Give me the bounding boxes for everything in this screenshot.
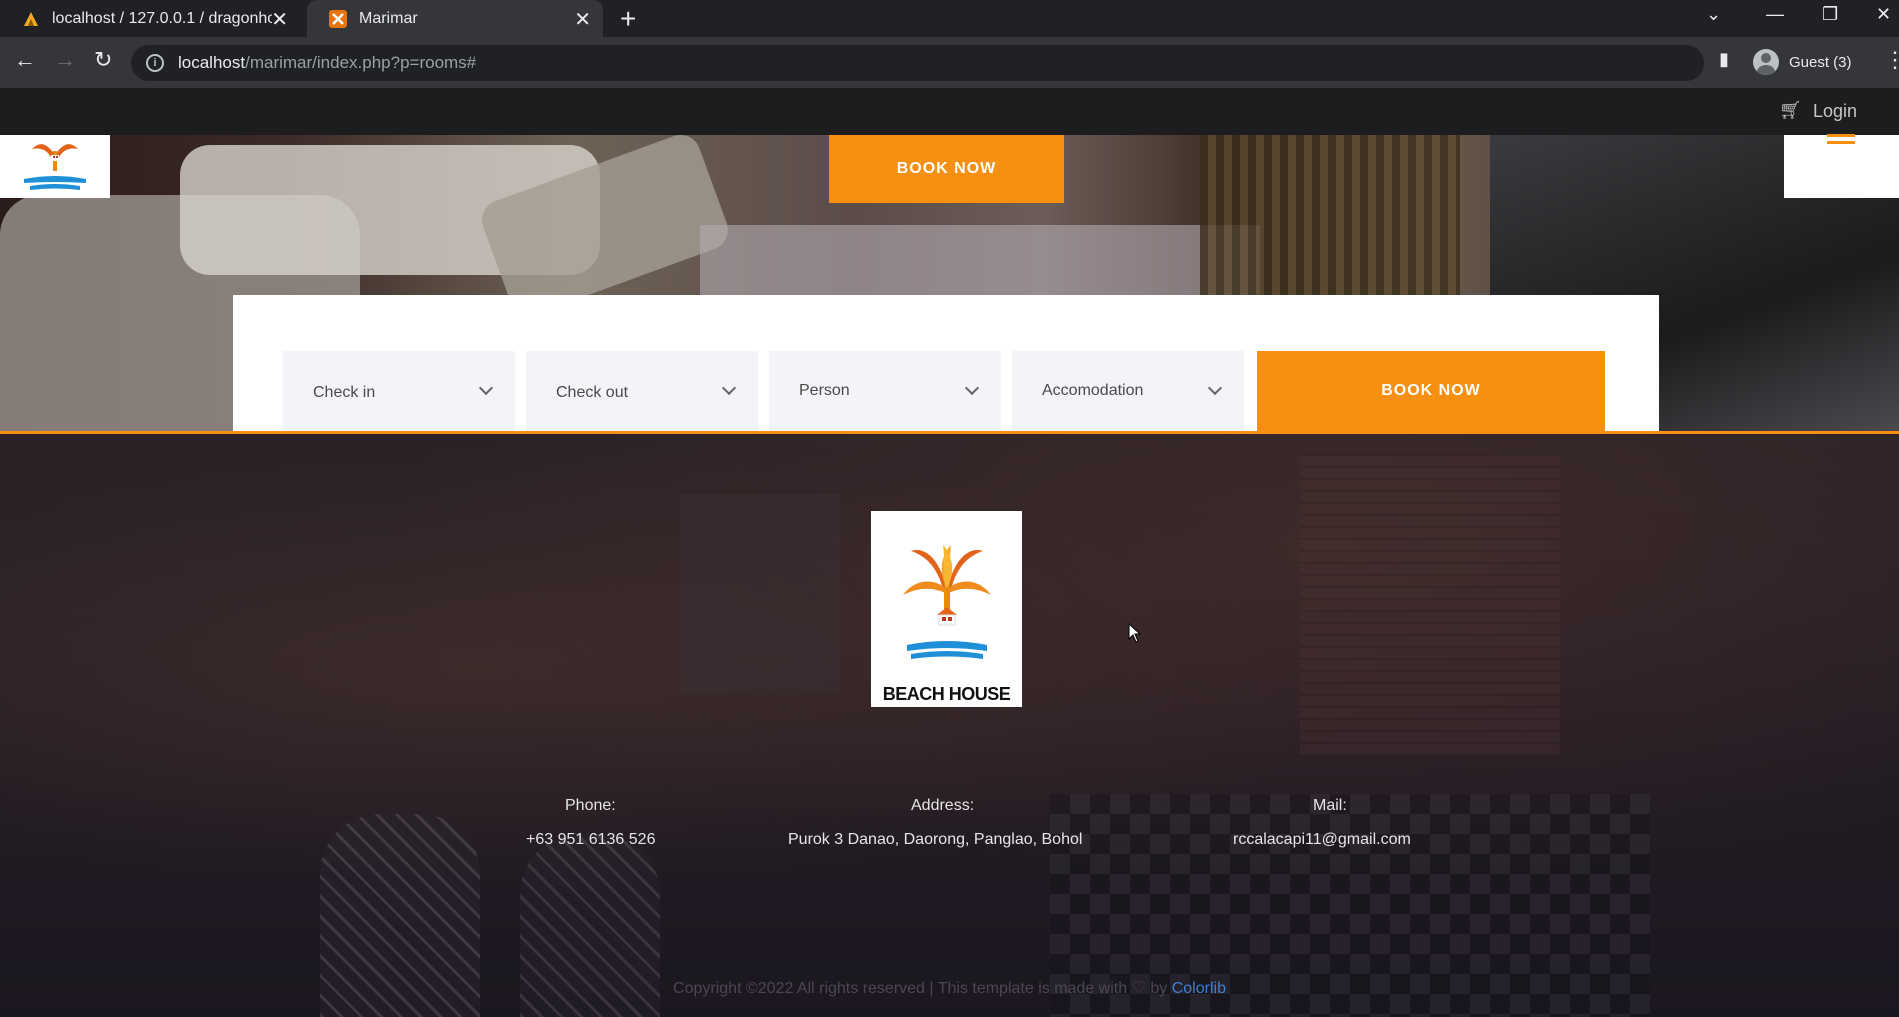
brand-name: BEACH HOUSE [882,684,1011,704]
browser-tab-phpmyadmin[interactable]: localhost / 127.0.0.1 / dragonhouse ✕ [0,0,300,37]
footer-background-detail [1300,454,1560,754]
phone-value: +63 951 6136 526 [526,831,656,848]
profile-label: Guest (3) [1789,53,1852,71]
book-now-button[interactable]: BOOK NOW [1257,351,1605,431]
address-label: Address: [911,797,975,814]
url-host: localhost [178,53,246,72]
address-bar[interactable]: i localhost/marimar/index.php?p=rooms# [131,45,1704,81]
hero-curtain [1200,135,1460,295]
browser-tab-bar: localhost / 127.0.0.1 / dragonhouse ✕ Ma… [0,0,1899,37]
restore-icon[interactable]: ❐ [1822,4,1838,25]
phone-label: Phone: [565,797,616,814]
person-select[interactable]: Person [769,351,1001,431]
copyright-text: Copyright ©2022 All rights reserved | Th… [673,980,1128,997]
browser-toolbar: ← → ↻ i localhost/marimar/index.php?p=ro… [0,37,1899,88]
accommodation-label: Accomodation [1042,382,1144,399]
mail-value[interactable]: rccalacapi11@gmail.com [1233,831,1411,849]
close-tab-icon[interactable]: ✕ [574,7,591,32]
window-close-icon[interactable]: ✕ [1876,4,1891,25]
chevron-down-icon [964,380,980,396]
booking-form: Check in Check out Person Accomodation B… [233,295,1659,431]
minimize-icon[interactable]: — [1766,4,1784,25]
mail-label: Mail: [1313,797,1347,814]
mouse-cursor-icon [1128,623,1142,643]
phpmyadmin-favicon-icon [22,10,40,28]
copyright: Copyright ©2022 All rights reserved | Th… [0,978,1899,998]
footer-logo[interactable]: BEACH HOUSE [871,511,1022,707]
hero-book-now-button[interactable]: BOOK NOW [829,135,1064,203]
chevron-down-icon [478,380,494,396]
login-link[interactable]: Login [1813,101,1857,122]
tab-search-icon[interactable]: ⌄ [1706,4,1721,25]
accommodation-select[interactable]: Accomodation [1012,351,1244,431]
heart-icon: ♡ [1131,980,1146,997]
new-tab-icon[interactable]: + [620,3,636,35]
close-tab-icon[interactable]: ✕ [271,7,288,32]
side-panel-icon[interactable]: ▮ [1719,49,1729,70]
check-in-label: Check in [313,384,376,401]
footer-background-detail [680,494,840,694]
address-value: Purok 3 Danao, Daorong, Panglao, Bohol [788,831,1083,848]
check-out-select[interactable]: Check out [526,351,758,431]
forward-icon[interactable]: → [54,47,76,73]
site-top-bar: 🛒︎ Login [0,88,1899,135]
check-out-label: Check out [556,384,629,401]
profile-button[interactable]: Guest (3) [1753,49,1852,75]
site-logo[interactable] [0,135,110,198]
hamburger-menu-icon[interactable] [1827,134,1855,148]
back-icon[interactable]: ← [14,47,36,73]
chevron-down-icon [1207,380,1223,396]
tab-title: Marimar [359,9,418,27]
check-in-select[interactable]: Check in [283,351,515,431]
reload-icon[interactable]: ↻ [94,47,112,73]
browser-menu-icon[interactable]: ⋮ [1884,47,1899,73]
site-info-icon[interactable]: i [146,54,164,72]
chevron-down-icon [721,380,737,396]
copyright-by: by [1150,980,1168,997]
avatar [1753,49,1779,75]
tab-title: localhost / 127.0.0.1 / dragonhouse [52,9,272,27]
person-label: Person [799,382,850,399]
url-path: /marimar/index.php?p=rooms# [245,53,477,72]
url-text[interactable]: localhost/marimar/index.php?p=rooms# [178,53,476,73]
colorlib-link[interactable]: Colorlib [1172,980,1226,997]
palm-tree-logo-icon [903,545,991,659]
xampp-favicon-icon [329,9,347,28]
browser-tab-marimar[interactable]: Marimar ✕ [307,0,603,37]
cart-icon[interactable]: 🛒︎ [1779,100,1802,121]
